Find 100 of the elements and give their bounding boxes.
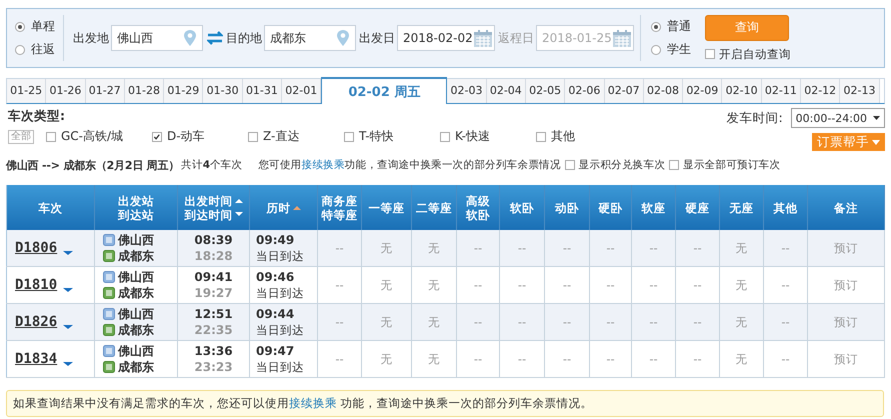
- date-tab[interactable]: 02-06: [565, 79, 605, 103]
- seat-availability: --: [693, 315, 702, 329]
- seat-availability: --: [781, 241, 790, 255]
- duration: 09:44: [256, 306, 296, 322]
- expand-caret-icon: [63, 325, 74, 329]
- date-tab[interactable]: 02-08: [644, 79, 684, 103]
- seat-availability: 无: [428, 314, 440, 328]
- trip-type-radio[interactable]: [15, 22, 25, 32]
- transfer-link[interactable]: 接续换乘: [301, 159, 345, 171]
- duration: 09:49: [256, 232, 296, 248]
- date-tab[interactable]: 02-09: [683, 79, 722, 103]
- date-tab[interactable]: 02-10: [722, 79, 762, 103]
- seat-availability: --: [649, 278, 658, 292]
- radio-label: 普通: [667, 18, 691, 35]
- station-field[interactable]: 成都东: [264, 25, 356, 51]
- seat-availability: --: [335, 315, 344, 329]
- depart-time: 08:39: [193, 232, 234, 248]
- transfer-tip: 如果查询结果中没有满足需求的车次，您还可以使用接续换乘 功能，查询途中换乘一次的部分列车余票情况。: [6, 390, 884, 417]
- train-number-link[interactable]: D1834: [15, 351, 58, 367]
- display-option-checkbox[interactable]: [564, 160, 575, 170]
- date-tab[interactable]: 01-31: [242, 79, 282, 103]
- passenger-type-radio[interactable]: [651, 22, 661, 32]
- station-name: 佛山西: [118, 343, 154, 359]
- arrive-time: 23:23: [193, 359, 234, 375]
- date-tab[interactable]: 01-28: [124, 79, 164, 103]
- duration: 09:46: [256, 269, 296, 285]
- seat-availability: --: [474, 352, 482, 366]
- seat-availability: --: [474, 278, 482, 292]
- passenger-type-radio[interactable]: [651, 44, 661, 54]
- station-field[interactable]: 佛山西: [111, 25, 203, 51]
- train-type-checkbox[interactable]: [536, 132, 546, 142]
- seat-availability: 无: [736, 278, 748, 292]
- seat-availability: --: [693, 352, 702, 366]
- station-name: 佛山西: [118, 306, 154, 322]
- train-type-checkbox[interactable]: [344, 132, 354, 142]
- train-type-checkbox[interactable]: [248, 132, 258, 142]
- station-name: 佛山西: [118, 269, 154, 285]
- date-tab[interactable]: 02-07: [604, 79, 644, 103]
- arrival-day: 当日到达: [256, 248, 317, 264]
- train-count: 共计4个车次: [181, 158, 242, 172]
- seat-availability: --: [649, 241, 658, 255]
- transfer-link[interactable]: 接续换乘: [289, 396, 337, 410]
- train-type-checkbox[interactable]: [46, 132, 56, 142]
- station-name: 成都东: [118, 359, 154, 375]
- auto-query-checkbox[interactable]: [705, 49, 715, 59]
- date-tab[interactable]: 01-25: [7, 79, 46, 103]
- date-tab[interactable]: 02-13: [840, 79, 880, 103]
- checkbox-label: D-动车: [167, 128, 205, 145]
- date-tab[interactable]: 02-03: [447, 79, 487, 103]
- arrive-time: 22:35: [193, 322, 234, 338]
- trip-type-radio[interactable]: [15, 44, 25, 54]
- seat-availability: 无: [736, 314, 748, 328]
- field-label: 目的地: [226, 30, 262, 46]
- location-pin-icon: [183, 29, 197, 47]
- location-pin-icon: [336, 29, 350, 47]
- train-number-link[interactable]: D1810: [15, 277, 58, 293]
- train-type-checkbox[interactable]: [440, 132, 450, 142]
- radio-label: 学生: [667, 41, 691, 58]
- date-tab[interactable]: 02-02 周五: [321, 77, 448, 104]
- checkbox-label: Z-直达: [263, 128, 300, 145]
- dropdown-arrow-icon: [873, 116, 880, 120]
- date-tab[interactable]: 02-12: [801, 79, 840, 103]
- date-tab[interactable]: 02-05: [526, 79, 566, 103]
- seat-availability: 无: [380, 314, 392, 328]
- date-tab[interactable]: 01-26: [46, 79, 86, 103]
- date-tab[interactable]: 02-01: [282, 79, 322, 103]
- seat-availability: --: [474, 241, 482, 255]
- station-badge-icon: [103, 361, 115, 373]
- seat-availability: --: [606, 352, 615, 366]
- date-tab[interactable]: 02-11: [762, 79, 802, 103]
- station-badge-icon: [103, 324, 115, 336]
- checkbox-label: 开启自动查询: [719, 46, 791, 62]
- date-tab[interactable]: 01-29: [164, 79, 204, 103]
- train-type-checkbox[interactable]: [152, 132, 162, 142]
- seat-availability: --: [693, 241, 702, 255]
- seat-availability: --: [518, 241, 526, 255]
- depart-time-select[interactable]: 00:00--24:00: [790, 108, 885, 128]
- expand-caret-icon: [63, 362, 74, 366]
- station-badge-icon: [103, 250, 115, 262]
- field-label: 出发地: [73, 30, 109, 46]
- caret-icon: [872, 140, 880, 144]
- seat-availability: --: [649, 315, 658, 329]
- station-badge-icon: [103, 234, 115, 246]
- station-badge-icon: [103, 287, 115, 299]
- field-label: 返程日: [498, 30, 534, 46]
- seat-availability: 无: [428, 278, 440, 292]
- date-field[interactable]: 2018-02-02: [397, 25, 495, 51]
- calendar-icon: [472, 28, 493, 48]
- date-tab[interactable]: 01-27: [86, 79, 125, 103]
- checkbox-label: 显示全部可预订车次: [683, 158, 780, 172]
- seat-availability: --: [606, 315, 615, 329]
- date-tab[interactable]: 01-30: [203, 79, 243, 103]
- seat-availability: --: [518, 315, 526, 329]
- display-option-checkbox[interactable]: [669, 160, 680, 170]
- seat-availability: --: [781, 315, 790, 329]
- seat-availability: --: [335, 278, 344, 292]
- expand-caret-icon: [63, 251, 74, 255]
- date-tab[interactable]: 02-04: [486, 79, 526, 103]
- transfer-notice: 您可使用接续换乘功能，查询途中换乘一次的部分列车余票情况: [258, 158, 561, 172]
- seat-availability: 无: [380, 278, 392, 292]
